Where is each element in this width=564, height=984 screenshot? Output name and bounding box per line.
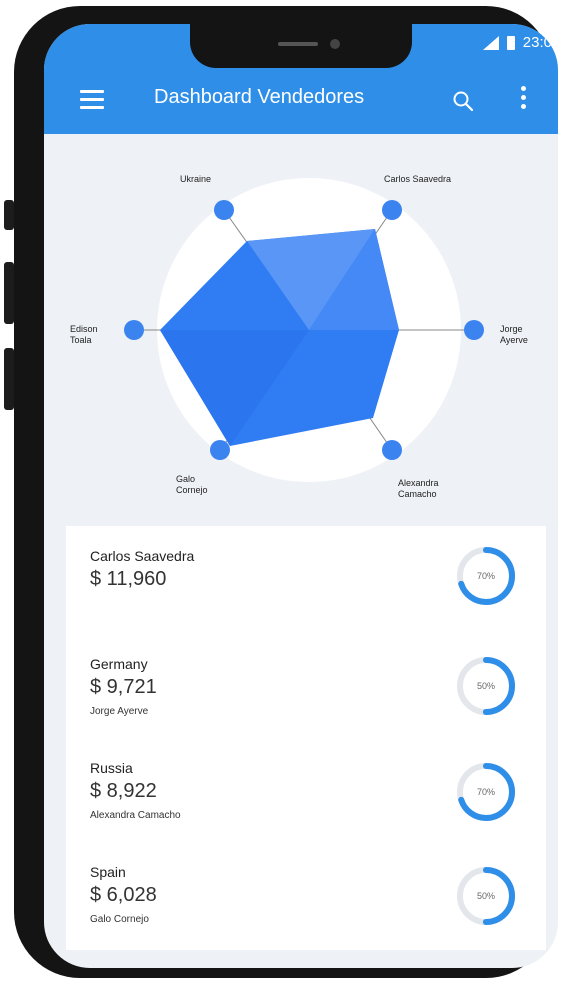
page-title: Dashboard Vendedores: [154, 86, 365, 108]
radar-label-galo: Galo Cornejo: [176, 474, 208, 496]
phone-frame: 23:0 Dashboard Vendedores Ukraine Carlos…: [14, 6, 558, 978]
item-seller: Jorge Ayerve: [90, 706, 149, 717]
radar-chart: Ukraine Carlos Saavedra Jorge Ayerve Ale…: [44, 134, 558, 514]
progress-ring: 50%: [454, 654, 518, 718]
radar-point-jorge[interactable]: [464, 320, 484, 340]
item-amount: $ 8,922: [90, 780, 157, 802]
item-name: Russia: [90, 760, 133, 776]
progress-label: 70%: [476, 571, 495, 581]
progress-ring: 70%: [454, 760, 518, 824]
signal-icon: [482, 35, 499, 50]
status-icons: 23:0: [482, 34, 552, 51]
item-seller: Galo Cornejo: [90, 914, 149, 925]
volume-down-button: [4, 348, 14, 410]
progress-label: 50%: [476, 681, 495, 691]
radar-label-edison: Edison Toala: [70, 324, 98, 346]
status-time: 23:0: [522, 34, 552, 51]
progress-ring: 50%: [454, 864, 518, 928]
sales-item[interactable]: Spain $ 6,028 Galo Cornejo 50%: [66, 838, 546, 942]
item-name: Spain: [90, 864, 126, 880]
progress-label: 50%: [476, 891, 495, 901]
notch: [190, 24, 412, 68]
radar-label-alexandra: Alexandra Camacho: [398, 478, 439, 500]
radar-label-jorge: Jorge Ayerve: [500, 324, 528, 346]
power-button: [4, 200, 14, 230]
radar-point-galo[interactable]: [210, 440, 230, 460]
search-icon[interactable]: [452, 90, 474, 112]
radar-point-carlos[interactable]: [382, 200, 402, 220]
progress-ring: 70%: [454, 544, 518, 608]
item-seller: Alexandra Camacho: [90, 810, 181, 821]
item-amount: $ 6,028: [90, 884, 157, 906]
app-bar: Dashboard Vendedores: [44, 68, 558, 134]
sales-list: Carlos Saavedra $ 11,960 70% Germany $ 9…: [66, 526, 546, 950]
radar-label-edison-line1: Edison: [70, 324, 98, 334]
item-name: Carlos Saavedra: [90, 548, 195, 564]
radar-label-jorge-line1: Jorge: [500, 324, 523, 334]
radar-label-alexandra-line2: Camacho: [398, 489, 437, 499]
speaker: [278, 42, 318, 46]
sales-item[interactable]: Carlos Saavedra $ 11,960 70%: [66, 526, 546, 630]
radar-point-alexandra[interactable]: [382, 440, 402, 460]
more-vert-icon[interactable]: [520, 86, 528, 116]
radar-label-carlos: Carlos Saavedra: [384, 174, 452, 184]
radar-label-galo-line1: Galo: [176, 474, 196, 484]
sales-item[interactable]: Russia $ 8,922 Alexandra Camacho 70%: [66, 734, 546, 838]
radar-svg: [124, 178, 484, 482]
radar-label-ukraine: Ukraine: [180, 174, 212, 184]
item-amount: $ 9,721: [90, 676, 157, 698]
item-amount: $ 11,960: [90, 568, 167, 590]
item-name: Germany: [90, 656, 148, 672]
radar-point-ukraine[interactable]: [214, 200, 234, 220]
radar-label-jorge-line2: Ayerve: [500, 335, 528, 345]
menu-icon[interactable]: [80, 90, 104, 110]
phone-screen: 23:0 Dashboard Vendedores Ukraine Carlos…: [44, 24, 558, 968]
sales-item[interactable]: Germany $ 9,721 Jorge Ayerve 50%: [66, 630, 546, 734]
progress-label: 70%: [476, 787, 495, 797]
volume-up-button: [4, 262, 14, 324]
radar-label-alexandra-line1: Alexandra: [398, 478, 439, 488]
radar-point-edison[interactable]: [124, 320, 144, 340]
battery-icon: [506, 35, 515, 50]
radar-label-edison-line2: Toala: [70, 335, 92, 345]
front-camera: [330, 39, 340, 49]
radar-label-galo-line2: Cornejo: [176, 485, 208, 495]
